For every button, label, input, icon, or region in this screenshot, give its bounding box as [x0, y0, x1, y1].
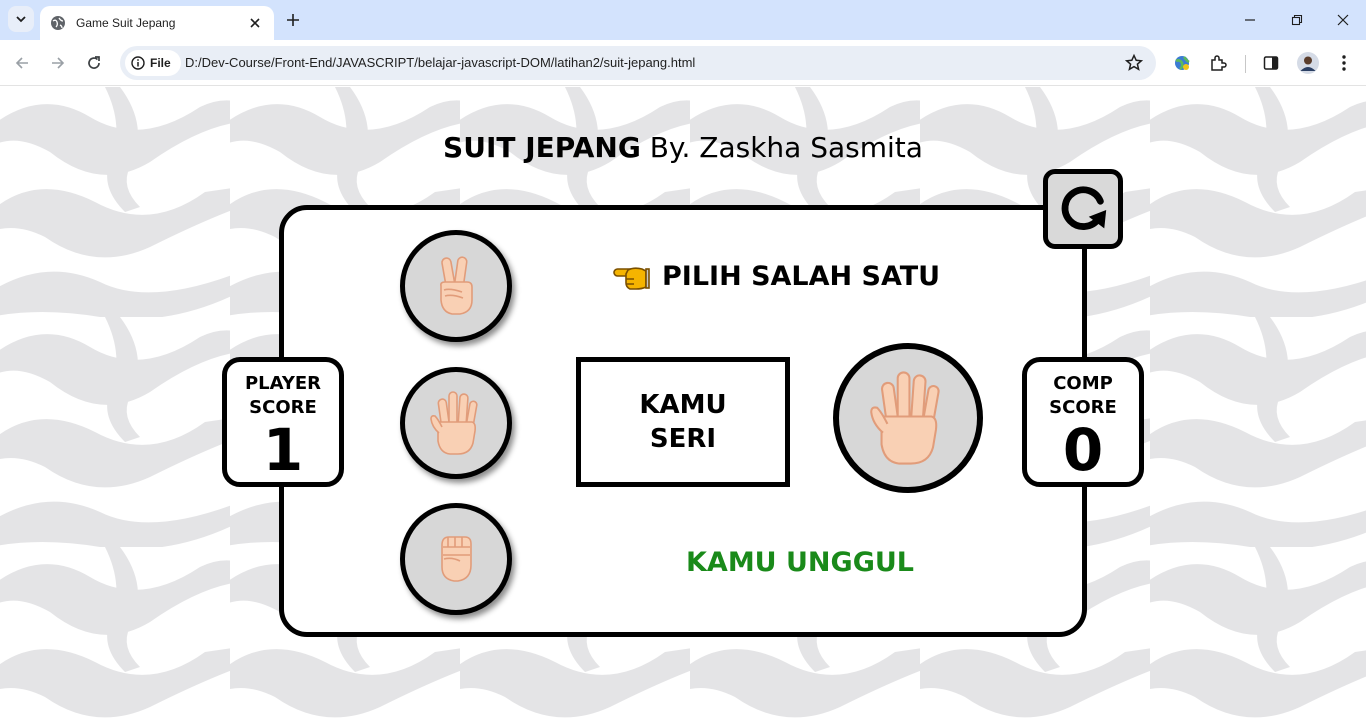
browser-tab-bar: Game Suit Jepang	[0, 0, 1366, 40]
pick-prompt: PILIH SALAH SATU	[612, 261, 940, 292]
window-close-button[interactable]	[1330, 7, 1356, 33]
player-score-box: PLAYER SCORE 1	[222, 357, 344, 487]
close-icon	[250, 18, 260, 28]
side-panel-icon[interactable]	[1260, 52, 1282, 74]
choice-paper-button[interactable]	[400, 367, 512, 479]
refresh-icon	[1061, 186, 1107, 230]
pick-prompt-text: PILIH SALAH SATU	[662, 261, 941, 292]
scissors-hand-icon	[440, 256, 473, 315]
plus-icon	[287, 14, 299, 26]
reload-icon	[88, 56, 100, 69]
page-viewport: SUIT JEPANG By. Zaskha Sasmita PLAYER SCO…	[0, 87, 1366, 728]
pointing-hand-icon	[613, 266, 650, 290]
minimize-icon	[1245, 19, 1255, 21]
close-icon	[1337, 14, 1349, 26]
extension-globe-icon[interactable]	[1171, 52, 1193, 74]
comp-score-label: COMP SCORE	[1027, 372, 1139, 420]
paper-hand-icon	[870, 371, 940, 465]
tab-title: Game Suit Jepang	[76, 16, 176, 30]
window-restore-button[interactable]	[1284, 7, 1310, 33]
profile-avatar[interactable]	[1297, 52, 1319, 74]
back-button[interactable]	[10, 51, 34, 75]
toolbar-separator	[1245, 55, 1246, 73]
game-title-author: By. Zaskha Sasmita	[640, 131, 923, 164]
restore-icon	[1291, 14, 1303, 26]
result-text: KAMU SERI	[639, 390, 727, 454]
site-chip-label: File	[150, 56, 171, 70]
forward-button[interactable]	[46, 51, 70, 75]
game-title: SUIT JEPANG By. Zaskha Sasmita	[0, 131, 1366, 164]
bookmark-star-icon[interactable]	[1124, 53, 1144, 73]
game-title-bold: SUIT JEPANG	[443, 131, 641, 164]
rock-fist-icon	[441, 536, 472, 582]
new-tab-button[interactable]	[282, 9, 304, 31]
arrow-right-icon	[52, 57, 65, 69]
address-bar[interactable]: File D:/Dev-Course/Front-End/JAVASCRIPT/…	[120, 46, 1156, 80]
player-score-label-line2: SCORE	[249, 397, 317, 418]
tab-close-button[interactable]	[246, 14, 264, 32]
extensions-puzzle-icon[interactable]	[1207, 52, 1229, 74]
site-info-chip[interactable]: File	[125, 50, 181, 76]
info-icon	[131, 56, 145, 70]
chevron-down-icon	[16, 16, 26, 23]
window-minimize-button[interactable]	[1237, 7, 1263, 33]
player-score-label: PLAYER SCORE	[227, 372, 339, 420]
choice-scissors-button[interactable]	[400, 230, 512, 342]
browser-toolbar: File D:/Dev-Course/Front-End/JAVASCRIPT/…	[0, 40, 1366, 86]
refresh-button[interactable]	[1043, 169, 1123, 249]
comp-score-box: COMP SCORE 0	[1022, 357, 1144, 487]
globe-icon	[51, 16, 65, 30]
paper-hand-icon	[430, 391, 478, 455]
url-text[interactable]: D:/Dev-Course/Front-End/JAVASCRIPT/belaj…	[185, 55, 695, 70]
player-score-label-line1: PLAYER	[244, 373, 322, 394]
comp-score-value: 0	[1062, 416, 1104, 484]
arrow-left-icon	[15, 57, 28, 69]
browser-menu-icon[interactable]	[1333, 52, 1355, 74]
reload-button[interactable]	[82, 51, 106, 75]
comp-score-label-line1: COMP	[1053, 373, 1113, 394]
comp-score-label-line2: SCORE	[1049, 397, 1117, 418]
computer-choice-display	[833, 343, 983, 493]
browser-tab[interactable]: Game Suit Jepang	[40, 6, 274, 40]
game-status-text: KAMU UNGGUL	[686, 547, 914, 578]
tab-search-button[interactable]	[8, 6, 34, 32]
choice-rock-button[interactable]	[400, 503, 512, 615]
result-box: KAMU SERI	[576, 357, 790, 487]
player-score-value: 1	[262, 416, 304, 484]
